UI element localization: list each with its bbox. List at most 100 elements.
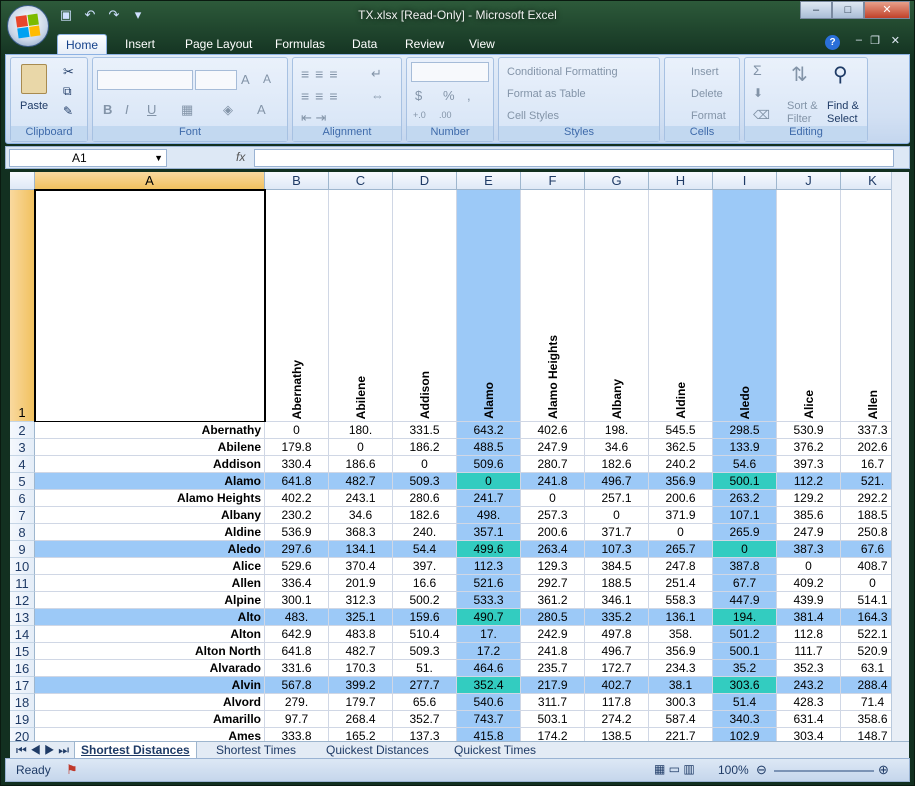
distance-cell[interactable]: 558.3 bbox=[649, 592, 713, 609]
column-header-h[interactable]: H bbox=[649, 172, 713, 190]
city-name-cell[interactable]: Alice bbox=[35, 558, 265, 575]
city-name-cell[interactable]: Aldine bbox=[35, 524, 265, 541]
distance-cell[interactable]: 402.2 bbox=[265, 490, 329, 507]
distance-cell[interactable]: 439.9 bbox=[777, 592, 841, 609]
distance-cell[interactable]: 241.8 bbox=[521, 643, 585, 660]
city-header-cell[interactable]: Albany bbox=[585, 190, 649, 422]
row-header-15[interactable]: 15 bbox=[10, 643, 35, 660]
distance-cell[interactable]: 361.2 bbox=[521, 592, 585, 609]
distance-cell[interactable]: 201.9 bbox=[329, 575, 393, 592]
formula-input[interactable] bbox=[254, 149, 894, 167]
distance-cell[interactable]: 500.2 bbox=[393, 592, 457, 609]
distance-cell[interactable]: 356.9 bbox=[649, 473, 713, 490]
row-header-2[interactable]: 2 bbox=[10, 422, 35, 439]
save-icon[interactable]: ▣ bbox=[57, 7, 75, 23]
help-icon[interactable]: ? bbox=[825, 35, 840, 50]
distance-cell[interactable]: 0 bbox=[329, 439, 393, 456]
row-header-5[interactable]: 5 bbox=[10, 473, 35, 490]
column-header-a[interactable]: A bbox=[35, 172, 265, 190]
distance-cell[interactable]: 545.5 bbox=[649, 422, 713, 439]
distance-cell[interactable]: 133.9 bbox=[713, 439, 777, 456]
distance-cell[interactable]: 265.7 bbox=[649, 541, 713, 558]
column-header-i[interactable]: I bbox=[713, 172, 777, 190]
distance-cell[interactable]: 376.2 bbox=[777, 439, 841, 456]
distance-cell[interactable]: 397. bbox=[393, 558, 457, 575]
distance-cell[interactable]: 257.1 bbox=[585, 490, 649, 507]
distance-cell[interactable]: 0 bbox=[585, 507, 649, 524]
distance-cell[interactable]: 521. bbox=[841, 473, 891, 490]
minimize-button[interactable]: – bbox=[800, 1, 832, 19]
distance-cell[interactable]: 279. bbox=[265, 694, 329, 711]
row-header-10[interactable]: 10 bbox=[10, 558, 35, 575]
distance-cell[interactable]: 330.4 bbox=[265, 456, 329, 473]
distance-cell[interactable]: 159.6 bbox=[393, 609, 457, 626]
city-header-cell[interactable]: Alamo Heights bbox=[521, 190, 585, 422]
cell-styles-button[interactable]: Cell Styles bbox=[507, 110, 559, 122]
close-button[interactable]: ✕ bbox=[864, 1, 910, 19]
distance-cell[interactable]: 385.6 bbox=[777, 507, 841, 524]
distance-cell[interactable]: 300.3 bbox=[649, 694, 713, 711]
row-header-16[interactable]: 16 bbox=[10, 660, 35, 677]
distance-cell[interactable]: 335.2 bbox=[585, 609, 649, 626]
distance-cell[interactable]: 148.7 bbox=[841, 728, 891, 741]
distance-cell[interactable]: 277.7 bbox=[393, 677, 457, 694]
distance-cell[interactable]: 331.6 bbox=[265, 660, 329, 677]
distance-cell[interactable]: 587.4 bbox=[649, 711, 713, 728]
sort-filter-button[interactable]: Sort & bbox=[787, 100, 818, 112]
distance-cell[interactable]: 51.4 bbox=[713, 694, 777, 711]
distance-cell[interactable]: 520.9 bbox=[841, 643, 891, 660]
sheet-tab-quickest-distances[interactable]: Quickest Distances bbox=[320, 742, 435, 759]
distance-cell[interactable]: 186.6 bbox=[329, 456, 393, 473]
distance-cell[interactable]: 522.1 bbox=[841, 626, 891, 643]
row-header-14[interactable]: 14 bbox=[10, 626, 35, 643]
number-format-box[interactable] bbox=[411, 62, 489, 82]
format-cells-button[interactable]: Format bbox=[691, 110, 726, 122]
distance-cell[interactable]: 447.9 bbox=[713, 592, 777, 609]
distance-cell[interactable]: 303.4 bbox=[777, 728, 841, 741]
sheet-nav-icons[interactable]: ⏮ ◀ ▶ ⏭ bbox=[10, 742, 75, 759]
distance-cell[interactable]: 65.6 bbox=[393, 694, 457, 711]
distance-cell[interactable]: 292.2 bbox=[841, 490, 891, 507]
distance-cell[interactable]: 387.8 bbox=[713, 558, 777, 575]
distance-cell[interactable]: 643.2 bbox=[457, 422, 521, 439]
distance-cell[interactable]: 415.8 bbox=[457, 728, 521, 741]
font-name-box[interactable] bbox=[97, 70, 193, 90]
distance-cell[interactable]: 200.6 bbox=[521, 524, 585, 541]
distance-cell[interactable]: 194. bbox=[713, 609, 777, 626]
distance-cell[interactable]: 136.1 bbox=[649, 609, 713, 626]
distance-cell[interactable]: 38.1 bbox=[649, 677, 713, 694]
distance-cell[interactable]: 499.6 bbox=[457, 541, 521, 558]
comma-icon[interactable]: , bbox=[467, 88, 471, 103]
tab-home[interactable]: Home bbox=[57, 34, 108, 55]
distance-cell[interactable]: 180. bbox=[329, 422, 393, 439]
column-header-j[interactable]: J bbox=[777, 172, 841, 190]
city-name-cell[interactable]: Alto bbox=[35, 609, 265, 626]
distance-cell[interactable]: 164.3 bbox=[841, 609, 891, 626]
column-header-b[interactable]: B bbox=[265, 172, 329, 190]
tab-review[interactable]: Review bbox=[397, 34, 452, 55]
distance-cell[interactable]: 0 bbox=[457, 473, 521, 490]
city-name-cell[interactable]: Allen bbox=[35, 575, 265, 592]
distance-cell[interactable]: 337.3 bbox=[841, 422, 891, 439]
sheet-tab-shortest-times[interactable]: Shortest Times bbox=[210, 742, 302, 759]
row-header-1[interactable]: 1 bbox=[10, 190, 35, 422]
distance-cell[interactable]: 370.4 bbox=[329, 558, 393, 575]
distance-cell[interactable]: 17.2 bbox=[457, 643, 521, 660]
city-name-cell[interactable]: Alamo bbox=[35, 473, 265, 490]
distance-cell[interactable]: 428.3 bbox=[777, 694, 841, 711]
format-painter-icon[interactable]: ✎ bbox=[63, 104, 73, 118]
format-as-table-button[interactable]: Format as Table bbox=[507, 88, 586, 100]
name-box[interactable]: A1 ▼ bbox=[9, 149, 167, 167]
distance-cell[interactable]: 464.6 bbox=[457, 660, 521, 677]
distance-cell[interactable]: 179.7 bbox=[329, 694, 393, 711]
row-header-3[interactable]: 3 bbox=[10, 439, 35, 456]
spreadsheet-grid[interactable]: A B C D E F G H I J K 1 Abernathy Abilene Addison Alamo… bbox=[10, 172, 891, 741]
grow-font-icon[interactable]: A bbox=[241, 72, 250, 87]
paste-button[interactable]: Paste bbox=[20, 100, 48, 112]
row-header-11[interactable]: 11 bbox=[10, 575, 35, 592]
distance-cell[interactable]: 35.2 bbox=[713, 660, 777, 677]
view-buttons-icon[interactable]: ▦ ▭ ▥ bbox=[654, 762, 695, 776]
row-header-4[interactable]: 4 bbox=[10, 456, 35, 473]
indent-icon[interactable]: ⇤ ⇥ bbox=[301, 110, 326, 126]
distance-cell[interactable]: 567.8 bbox=[265, 677, 329, 694]
